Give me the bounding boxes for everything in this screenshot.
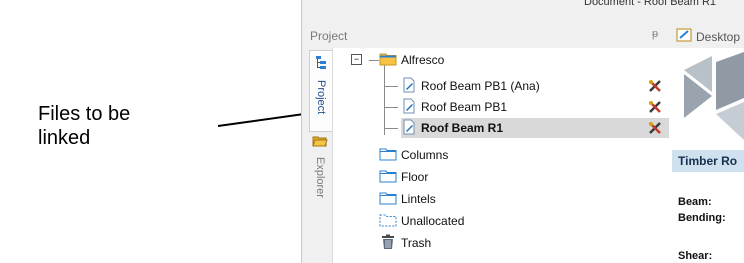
section-title-bar: Timber Ro	[672, 150, 744, 172]
folder-outline-icon	[379, 191, 397, 208]
tree-connector	[384, 107, 398, 108]
property-beam: Beam:	[678, 196, 712, 208]
tree-file-label: Roof Beam R1	[421, 121, 504, 135]
folder-icon	[379, 52, 397, 69]
folder-outline-icon	[379, 169, 397, 186]
tab-desktop[interactable]: Desktop	[676, 28, 740, 45]
beam-document-icon	[401, 119, 417, 138]
project-panel-header: Project ᵽ	[308, 26, 660, 46]
tree-folder-lintels[interactable]: Lintels	[379, 189, 436, 209]
annotation-text-line2: linked	[38, 127, 91, 149]
tree-folder-label: Unallocated	[401, 214, 465, 228]
trash-icon	[379, 234, 397, 253]
annotation-text-line1: Files to be	[38, 103, 131, 125]
tree-folder-label: Trash	[401, 236, 432, 250]
folder-open-icon	[312, 134, 328, 153]
beam-document-icon	[401, 77, 417, 96]
tree-folder-label: Floor	[401, 170, 429, 184]
tree-folder-label: Columns	[401, 148, 449, 162]
tree-file-roof-beam-pb1-ana[interactable]: Roof Beam PB1 (Ana)	[401, 76, 659, 96]
pin-icon[interactable]: ᵽ	[652, 28, 658, 40]
tree-file-label: Roof Beam PB1 (Ana)	[421, 79, 540, 93]
window-title: Document - Roof Beam R1	[584, 0, 717, 8]
tree-file-label: Roof Beam PB1	[421, 100, 508, 114]
tools-icon[interactable]	[648, 100, 662, 119]
folder-outline-icon	[379, 147, 397, 164]
tab-explorer-label: Explorer	[314, 157, 326, 198]
tree-folder-trash[interactable]: Trash	[379, 233, 431, 253]
project-tree-icon	[314, 55, 328, 76]
company-logo	[678, 52, 744, 142]
desktop-icon	[676, 28, 692, 45]
tab-desktop-label: Desktop	[696, 29, 741, 44]
tree-file-roof-beam-pb1[interactable]: Roof Beam PB1	[401, 97, 659, 117]
tree-connector	[384, 86, 398, 87]
collapse-toggle[interactable]: −	[351, 54, 362, 65]
tab-project[interactable]: Project	[309, 50, 332, 132]
beam-document-icon	[401, 98, 417, 117]
project-tree: − Alfresco Roof Beam PB1 (Ana) Roof Beam…	[332, 48, 693, 263]
app-window: Document - Roof Beam R1 Project ᵽ Projec…	[301, 0, 744, 263]
annotation-callout: Files to be linked	[38, 102, 208, 150]
project-panel-title: Project	[310, 29, 348, 43]
tree-connector	[384, 65, 385, 135]
tree-folder-unallocated[interactable]: Unallocated	[379, 211, 464, 231]
tools-icon[interactable]	[648, 79, 662, 98]
tree-connector	[384, 128, 398, 129]
tree-file-roof-beam-r1[interactable]: Roof Beam R1	[401, 118, 669, 138]
tree-folder-label: Lintels	[401, 192, 436, 206]
tab-project-label: Project	[315, 80, 327, 115]
property-bending: Bending:	[678, 212, 726, 224]
tree-folder-columns[interactable]: Columns	[379, 145, 448, 165]
folder-dashed-icon	[379, 213, 397, 230]
tree-node-alfresco[interactable]: Alfresco	[379, 50, 444, 70]
property-shear: Shear:	[678, 250, 713, 262]
tree-node-label: Alfresco	[401, 53, 445, 67]
tree-folder-floor[interactable]: Floor	[379, 167, 428, 187]
tree-connector	[369, 60, 379, 61]
tools-icon[interactable]	[648, 121, 662, 140]
tab-explorer[interactable]: Explorer	[309, 130, 331, 230]
